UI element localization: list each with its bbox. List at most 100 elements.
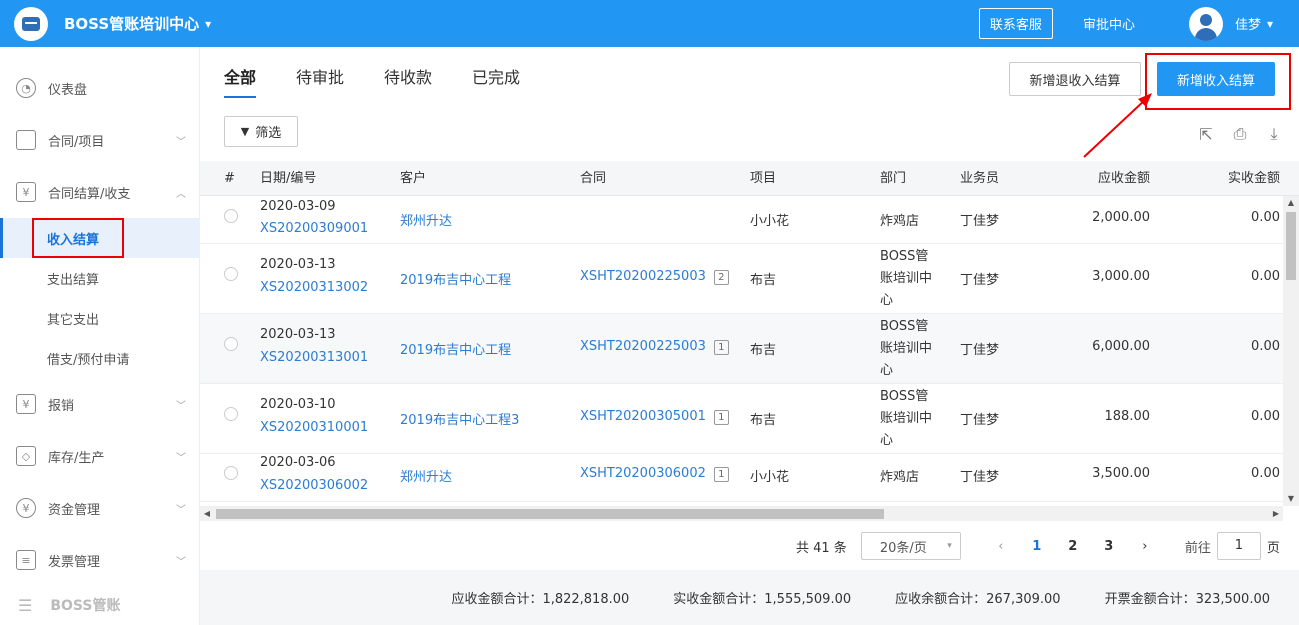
tab-all[interactable]: 全部 xyxy=(224,64,257,98)
contract-code[interactable]: XSHT20200225003 xyxy=(580,269,706,284)
row-select-radio[interactable] xyxy=(224,267,238,281)
sidebar-item-label: 库存/生产 xyxy=(48,450,105,466)
tab-completed[interactable]: 已完成 xyxy=(472,64,520,98)
page-size-value: 20条/页 xyxy=(879,540,927,556)
row-contract-link[interactable]: XSHT20200225003 2 xyxy=(580,269,729,285)
collapse-menu-icon: ☰ xyxy=(18,595,33,615)
row-date: 2020-03-13 xyxy=(260,327,336,342)
contact-support-button[interactable]: 联系客服 xyxy=(978,8,1053,39)
page-size-select[interactable]: 20条/页 ▾ xyxy=(860,532,961,560)
contract-code[interactable]: XSHT20200225003 xyxy=(580,339,706,354)
sidebar-item-invoices[interactable]: ≡ 发票管理 ﹀ xyxy=(0,534,200,586)
row-project: 布吉 xyxy=(750,413,777,428)
row-project: 布吉 xyxy=(750,273,777,288)
row-department: 炸鸡店 xyxy=(880,214,920,229)
row-code-link[interactable]: XS20200313002 xyxy=(260,280,368,295)
filter-label: 筛选 xyxy=(255,126,282,141)
next-page-icon[interactable]: › xyxy=(1127,539,1163,554)
page-3-button[interactable]: 3 xyxy=(1091,539,1127,554)
sidebar-item-advance-request[interactable]: 借支/预付申请 xyxy=(0,338,200,378)
table-row[interactable]: 2020-03-10 XS20200310001 2019布吉中心工程3 XSH… xyxy=(200,384,1283,454)
company-name[interactable]: BOSS管账培训中心 xyxy=(64,13,199,34)
sidebar-item-funds[interactable]: ¥ 资金管理 ﹀ xyxy=(0,482,200,534)
sidebar-item-settlement[interactable]: ¥ 合同结算/收支 ︿ xyxy=(0,166,200,218)
sidebar-item-inventory[interactable]: ◇ 库存/生产 ﹀ xyxy=(0,430,200,482)
row-contract-link[interactable]: XSHT20200225003 1 xyxy=(580,339,729,355)
highlight-box xyxy=(1145,53,1291,110)
row-project: 布吉 xyxy=(750,343,777,358)
export-icon[interactable]: ⇱ xyxy=(1196,124,1216,144)
filter-button[interactable]: ▼ 筛选 xyxy=(224,116,298,147)
dept-line: 账培训中 xyxy=(880,341,933,356)
chevron-down-icon[interactable]: ▾ xyxy=(205,17,211,31)
goto-page-input[interactable]: 1 xyxy=(1216,532,1261,560)
row-salesperson: 丁佳梦 xyxy=(960,273,1000,288)
table-row[interactable]: 2020-03-09 XS20200309001 郑州升达 小小花 炸鸡店 丁佳… xyxy=(200,196,1283,244)
sidebar-item-contracts[interactable]: 合同/项目 ﹀ xyxy=(0,114,200,166)
row-customer-link[interactable]: 2019布吉中心工程3 xyxy=(400,409,519,428)
row-select-radio[interactable] xyxy=(224,407,238,421)
horizontal-scrollbar[interactable]: ◀ ▶ xyxy=(200,506,1283,521)
prev-page-icon[interactable]: ‹ xyxy=(983,539,1019,554)
page-2-button[interactable]: 2 xyxy=(1055,539,1091,554)
contract-code[interactable]: XSHT20200305001 xyxy=(580,409,706,424)
row-select-radio[interactable] xyxy=(224,466,238,480)
row-code-link[interactable]: XS20200310001 xyxy=(260,420,368,435)
username[interactable]: 佳梦 xyxy=(1235,14,1261,33)
money-icon: ¥ xyxy=(16,498,36,518)
row-code-link[interactable]: XS20200306002 xyxy=(260,478,368,493)
row-select-radio[interactable] xyxy=(224,337,238,351)
row-code-link[interactable]: XS20200309001 xyxy=(260,221,368,236)
row-department: 炸鸡店 xyxy=(880,470,920,485)
add-refund-settlement-button[interactable]: 新增退收入结算 xyxy=(1009,62,1141,96)
col-project: 项目 xyxy=(750,171,777,186)
scroll-thumb[interactable] xyxy=(216,509,884,519)
top-bar: BOSS管账培训中心 ▾ 联系客服 审批中心 佳梦 ▾ xyxy=(0,0,1299,47)
sidebar-item-reimburse[interactable]: ¥ 报销 ﹀ xyxy=(0,378,200,430)
table-row[interactable]: 2020-03-13 XS20200313002 2019布吉中心工程 XSHT… xyxy=(200,244,1283,314)
summary-bar: 应收金额合计：1,822,818.00 实收金额合计：1,555,509.00 … xyxy=(200,570,1299,625)
print-icon[interactable]: ⎙ xyxy=(1230,124,1250,144)
sidebar-item-dashboard[interactable]: ◔ 仪表盘 xyxy=(0,62,200,114)
sidebar-footer-label: BOSS管账 xyxy=(50,598,121,614)
row-contract-link[interactable]: XSHT20200305001 1 xyxy=(580,409,729,425)
reimburse-icon: ¥ xyxy=(16,394,36,414)
row-contract-link[interactable]: XSHT20200306002 1 xyxy=(580,466,729,482)
row-customer-link[interactable]: 郑州升达 xyxy=(400,466,452,485)
chevron-down-icon[interactable]: ▾ xyxy=(1267,17,1273,31)
page-1-button[interactable]: 1 xyxy=(1019,539,1055,554)
sidebar-footer[interactable]: ☰ BOSS管账 xyxy=(0,585,200,625)
dept-line: BOSS管 xyxy=(880,319,929,334)
dept-line: 账培训中 xyxy=(880,411,933,426)
scroll-thumb[interactable] xyxy=(1286,212,1296,280)
col-receivable: 应收金额 xyxy=(1098,171,1151,186)
contract-code[interactable]: XSHT20200306002 xyxy=(580,466,706,481)
table-row[interactable]: 2020-03-13 XS20200313001 2019布吉中心工程 XSHT… xyxy=(200,314,1283,384)
row-project: 小小花 xyxy=(750,470,790,485)
scroll-down-arrow-icon[interactable]: ▼ xyxy=(1283,492,1299,506)
row-received: 0.00 xyxy=(1251,210,1280,225)
tab-pending-approval[interactable]: 待审批 xyxy=(296,64,344,98)
scroll-left-arrow-icon[interactable]: ◀ xyxy=(200,506,214,521)
row-code-link[interactable]: XS20200313001 xyxy=(260,350,368,365)
table-row[interactable]: 2020-03-06 XS20200306002 郑州升达 XSHT202003… xyxy=(200,454,1283,502)
row-date: 2020-03-09 xyxy=(260,199,336,214)
download-icon[interactable]: ⤓ xyxy=(1264,124,1284,144)
row-customer-link[interactable]: 郑州升达 xyxy=(400,210,452,229)
avatar[interactable] xyxy=(1188,6,1223,41)
tab-pending-payment[interactable]: 待收款 xyxy=(384,64,432,98)
sidebar-item-other-expense[interactable]: 其它支出 xyxy=(0,298,200,338)
scroll-right-arrow-icon[interactable]: ▶ xyxy=(1269,506,1283,521)
row-customer-link[interactable]: 2019布吉中心工程 xyxy=(400,339,511,358)
received-total: 实收金额合计：1,555,509.00 xyxy=(673,592,852,607)
scroll-up-arrow-icon[interactable]: ▲ xyxy=(1283,196,1299,210)
sidebar-item-expense-settlement[interactable]: 支出结算 xyxy=(0,258,200,298)
col-customer: 客户 xyxy=(400,171,427,186)
vertical-scrollbar[interactable]: ▲ ▼ xyxy=(1283,196,1299,506)
row-select-radio[interactable] xyxy=(224,209,238,223)
row-customer-link[interactable]: 2019布吉中心工程 xyxy=(400,269,511,288)
row-received: 0.00 xyxy=(1251,409,1280,424)
contract-count-badge: 2 xyxy=(713,270,729,285)
approval-center-link[interactable]: 审批中心 xyxy=(1083,14,1135,33)
sidebar-item-label: 合同/项目 xyxy=(48,134,105,150)
